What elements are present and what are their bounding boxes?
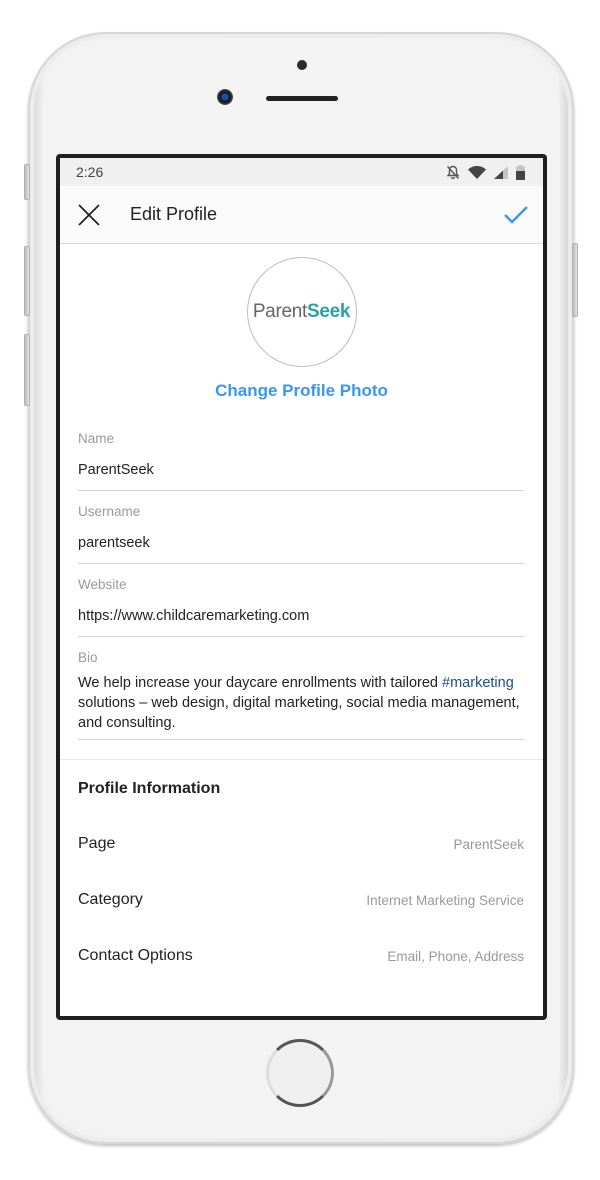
status-icons xyxy=(446,164,525,180)
bio-text-start: We help increase your daycare enrollment… xyxy=(78,675,443,691)
info-row-contact-options[interactable]: Contact Options Email, Phone, Address xyxy=(60,928,543,984)
mute-switch xyxy=(24,164,30,200)
logo-text-parent: Parent xyxy=(252,301,307,322)
profile-information-heading: Profile Information xyxy=(78,780,221,797)
status-bar: 2:26 xyxy=(60,158,543,186)
save-button[interactable] xyxy=(503,202,529,228)
name-field-group: Name ParentSeek xyxy=(78,431,524,491)
proximity-sensor xyxy=(297,60,307,70)
page-title: Edit Profile xyxy=(130,204,218,224)
avatar[interactable]: ParentSeek xyxy=(246,257,357,367)
bio-label: Bio xyxy=(78,650,98,665)
display: 2:26 Edit Profile ParentSeek Change Prof… xyxy=(60,158,543,1016)
name-input[interactable]: ParentSeek xyxy=(78,446,524,490)
screen: 2:26 Edit Profile ParentSeek Change Prof… xyxy=(56,154,547,1020)
info-label: Contact Options xyxy=(78,947,193,964)
battery-icon xyxy=(516,164,525,180)
bio-field-group: Bio We help increase your daycare enroll… xyxy=(78,650,524,740)
username-field-group: Username parentseek xyxy=(78,504,524,564)
username-input[interactable]: parentseek xyxy=(78,519,524,563)
info-label: Page xyxy=(78,835,116,852)
username-label: Username xyxy=(78,504,141,519)
profile-photo-section: ParentSeek Change Profile Photo xyxy=(60,244,543,401)
check-icon xyxy=(504,206,528,224)
volume-up-button xyxy=(24,246,30,316)
front-camera-icon xyxy=(217,89,233,105)
volume-down-button xyxy=(24,334,30,406)
info-value: Email, Phone, Address xyxy=(387,948,524,964)
info-value: ParentSeek xyxy=(453,836,524,852)
logo-text-seek: Seek xyxy=(307,301,351,322)
bio-input[interactable]: We help increase your daycare enrollment… xyxy=(78,665,524,739)
notifications-off-icon xyxy=(446,165,460,179)
app-bar: Edit Profile xyxy=(60,186,543,244)
close-icon xyxy=(78,203,100,226)
status-time: 2:26 xyxy=(76,164,104,180)
profile-fields: Name ParentSeek Username parentseek Webs… xyxy=(60,431,543,740)
earpiece-speaker xyxy=(266,96,338,101)
name-label: Name xyxy=(78,431,115,446)
website-input[interactable]: https://www.childcaremarketing.com xyxy=(78,592,524,636)
change-profile-photo-link[interactable]: Change Profile Photo xyxy=(215,381,388,401)
brand-logo: ParentSeek xyxy=(252,301,351,323)
website-label: Website xyxy=(78,577,127,592)
info-row-category[interactable]: Category Internet Marketing Service xyxy=(60,872,543,928)
bio-hashtag[interactable]: #marketing xyxy=(442,675,514,691)
close-button[interactable] xyxy=(76,202,102,228)
info-label: Category xyxy=(78,891,143,908)
info-value: Internet Marketing Service xyxy=(366,892,524,908)
home-button[interactable] xyxy=(266,1039,334,1107)
info-row-page[interactable]: Page ParentSeek xyxy=(60,816,543,872)
cell-signal-icon xyxy=(494,165,508,179)
bio-text-end: solutions – web design, digital marketin… xyxy=(78,695,520,731)
website-field-group: Website https://www.childcaremarketing.c… xyxy=(78,577,524,637)
power-button xyxy=(572,243,578,317)
wifi-icon xyxy=(468,165,486,179)
